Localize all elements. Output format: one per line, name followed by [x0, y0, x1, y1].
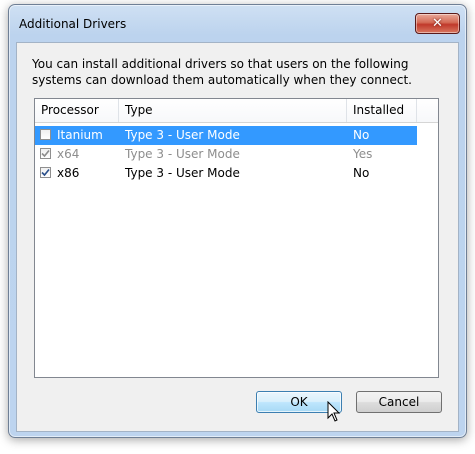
- column-header-type[interactable]: Type: [119, 99, 347, 122]
- title-bar[interactable]: Additional Drivers ✕: [9, 5, 466, 37]
- checkmark-icon: [41, 168, 50, 177]
- installed-cell: Yes: [353, 147, 373, 161]
- list-row-itanium[interactable]: Itanium Type 3 - User Mode No: [35, 126, 417, 145]
- type-cell: Type 3 - User Mode: [125, 128, 240, 142]
- mouse-cursor-icon: [327, 401, 341, 422]
- dialog-client-area: You can install additional drivers so th…: [16, 42, 459, 432]
- drivers-list[interactable]: Processor Type Installed Itanium Type 3 …: [34, 98, 439, 378]
- close-button[interactable]: ✕: [415, 13, 460, 34]
- type-cell: Type 3 - User Mode: [125, 147, 240, 161]
- type-cell: Type 3 - User Mode: [125, 166, 240, 180]
- description-text: You can install additional drivers so th…: [32, 57, 412, 87]
- processor-cell: Itanium: [57, 128, 103, 142]
- installed-cell: No: [353, 166, 370, 180]
- installed-cell: No: [353, 128, 370, 142]
- close-icon: ✕: [432, 16, 443, 31]
- checkbox[interactable]: [40, 148, 51, 159]
- checkbox[interactable]: [40, 167, 51, 178]
- processor-cell: x64: [57, 147, 80, 161]
- dialog-window: Additional Drivers ✕ You can install add…: [8, 4, 467, 438]
- checkbox[interactable]: [40, 129, 51, 140]
- column-header-processor[interactable]: Processor: [35, 99, 119, 122]
- checkmark-icon: [41, 149, 50, 158]
- column-header-installed[interactable]: Installed: [347, 99, 417, 122]
- list-row-x86[interactable]: x86 Type 3 - User Mode No: [35, 164, 417, 183]
- window-title: Additional Drivers: [19, 17, 127, 31]
- cancel-button[interactable]: Cancel: [356, 391, 442, 413]
- list-row-x64[interactable]: x64 Type 3 - User Mode Yes: [35, 145, 417, 164]
- processor-cell: x86: [57, 166, 80, 180]
- list-header: Processor Type Installed: [35, 99, 438, 123]
